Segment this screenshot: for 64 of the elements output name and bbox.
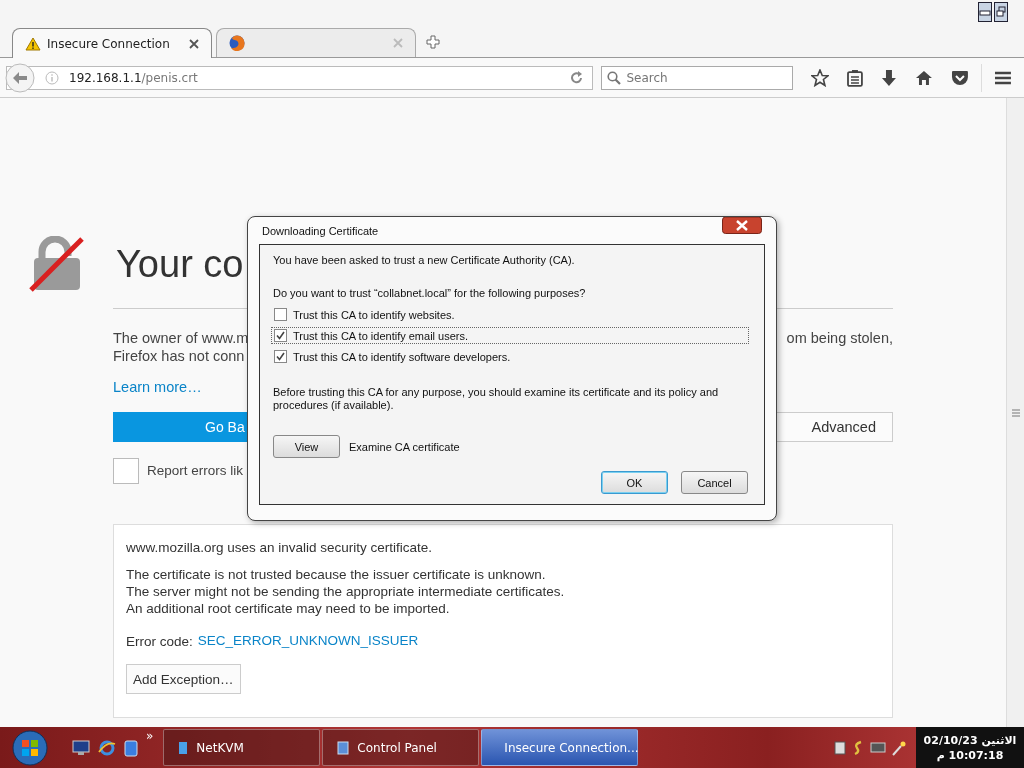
- globe-icon: [229, 35, 245, 51]
- add-exception-button[interactable]: Add Exception…: [126, 664, 241, 694]
- cancel-button[interactable]: Cancel: [681, 471, 748, 494]
- desktop-icon[interactable]: [72, 739, 90, 756]
- checkbox[interactable]: [274, 350, 287, 363]
- broken-lock-icon: [28, 236, 86, 292]
- address-field[interactable]: 192.168.1.1/penis.crt: [6, 65, 594, 90]
- details-text: An additional root certificate may need to be imported.: [126, 600, 451, 617]
- wand-icon[interactable]: [892, 739, 906, 756]
- globe-icon[interactable]: [98, 738, 116, 757]
- home-icon[interactable]: [915, 69, 934, 86]
- details-text: The server might not be sending the appropriate intermediate certificates.: [126, 583, 566, 600]
- view-label: Examine CA certificate: [349, 440, 460, 453]
- search-icon: [607, 70, 622, 85]
- dialog-text: You have been asked to trust a new Certificate Authority (CA).: [273, 254, 576, 266]
- taskbar-button[interactable]: NetKVM: [163, 729, 321, 766]
- trust-option[interactable]: Trust this CA to identify software developers.: [271, 348, 749, 365]
- checkbox[interactable]: [274, 329, 287, 342]
- details-text: The certificate is not trusted because the issuer certificate is unknown.: [126, 566, 547, 583]
- back-icon[interactable]: [5, 62, 35, 93]
- checkbox[interactable]: [274, 308, 287, 321]
- restore-icon[interactable]: [994, 2, 1008, 22]
- new-tab-icon[interactable]: [426, 35, 440, 49]
- dialog-text: Do you want to trust “collabnet.local” for the following purposes?: [273, 287, 587, 299]
- search-field[interactable]: Search: [601, 65, 794, 90]
- dialog-text: Before trusting this CA for any purpose, you should examine its certificate and its policy and procedures (if available).: [273, 386, 720, 412]
- close-icon[interactable]: [189, 38, 199, 49]
- description-text: The owner of www.m: [113, 329, 249, 347]
- app-icon: [178, 740, 189, 755]
- page-heading: Your co: [116, 242, 244, 286]
- browser-tab[interactable]: [216, 28, 416, 57]
- dialog-title: Downloading Certificate: [262, 224, 379, 237]
- bookmark-star-icon[interactable]: [811, 68, 830, 87]
- error-code-link[interactable]: SEC_ERROR_UNKNOWN_ISSUER: [197, 633, 419, 650]
- description-text: om being stolen,: [786, 329, 893, 347]
- network-icon[interactable]: [834, 740, 846, 755]
- report-label: Report errors lik: [147, 462, 244, 480]
- taskbar-button[interactable]: Control Panel: [322, 729, 480, 766]
- details-text: www.mozilla.org uses an invalid security certificate.: [126, 539, 434, 556]
- reload-icon[interactable]: [570, 70, 585, 85]
- report-checkbox[interactable]: [113, 458, 139, 484]
- overflow-chevron[interactable]: »: [146, 728, 154, 743]
- scrollbar[interactable]: [1006, 98, 1024, 727]
- scroll-grip-icon[interactable]: [1011, 408, 1020, 417]
- clock[interactable]: الاثنين 02/10/23 10:07:18 م: [916, 727, 1024, 768]
- learn-more-link[interactable]: Learn more…: [113, 379, 202, 395]
- folder-icon[interactable]: [124, 738, 138, 757]
- menu-icon[interactable]: [994, 70, 1012, 85]
- panel-icon: [337, 740, 350, 755]
- warning-icon: [25, 36, 41, 51]
- error-code-label: Error code:: [126, 633, 193, 650]
- browser-tab[interactable]: Insecure Connection: [12, 28, 212, 58]
- start-button[interactable]: [12, 729, 48, 766]
- clipboard-list-icon[interactable]: [847, 68, 864, 87]
- trust-option[interactable]: Trust this CA to identify websites.: [271, 306, 749, 323]
- shield-icon[interactable]: [951, 69, 970, 86]
- ok-button[interactable]: OK: [601, 471, 668, 494]
- download-icon[interactable]: [881, 68, 898, 87]
- description-text: Firefox has not conn: [113, 347, 246, 365]
- trust-option[interactable]: Trust this CA to identify email users.: [271, 327, 749, 344]
- taskbar-button[interactable]: Insecure Connection...: [481, 729, 639, 766]
- close-icon[interactable]: [722, 217, 762, 234]
- minimize-icon[interactable]: [978, 2, 992, 22]
- view-button[interactable]: View: [273, 435, 340, 458]
